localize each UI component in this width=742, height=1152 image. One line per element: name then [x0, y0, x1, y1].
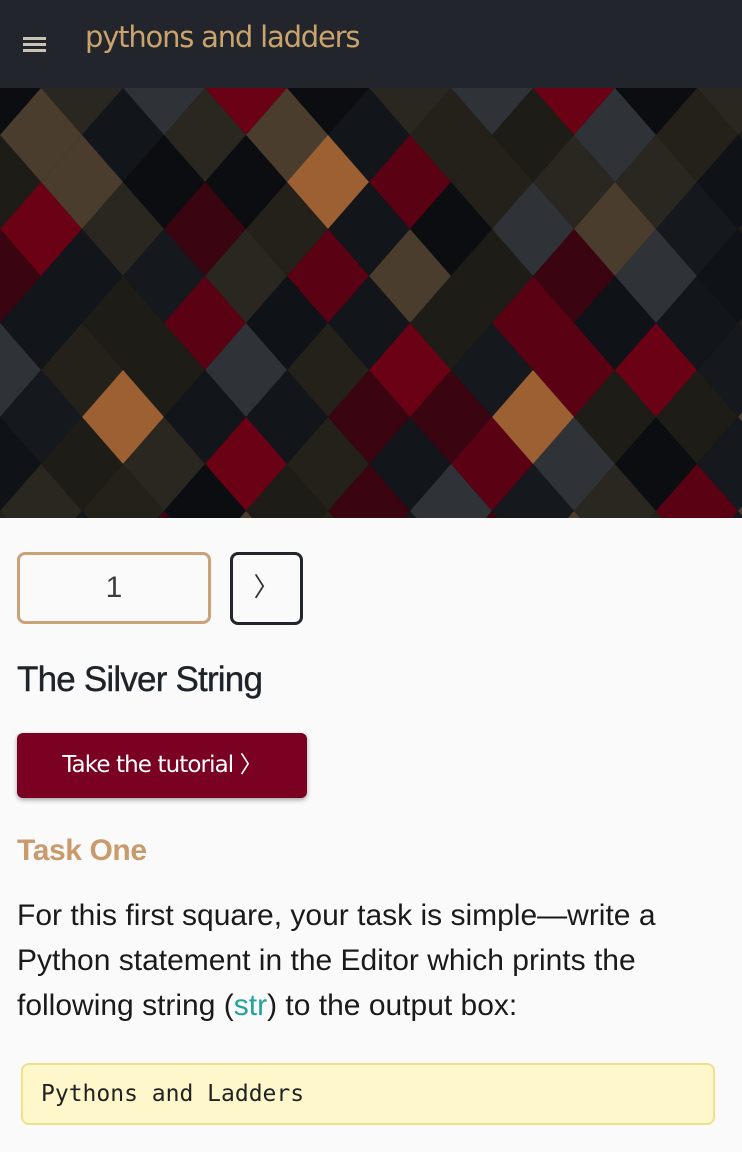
app-title[interactable]: pythons and ladders — [85, 20, 360, 54]
task-description: For this first square, your task is simp… — [17, 893, 727, 1028]
hamburger-menu-icon[interactable] — [23, 37, 46, 53]
task-text-after: ) to the output box: — [267, 989, 518, 1022]
hero-argyle-banner — [0, 88, 742, 518]
next-square-button[interactable]: 〉 — [230, 552, 303, 625]
take-tutorial-button[interactable]: Take the tutorial 〉 — [17, 733, 307, 798]
square-number-input[interactable]: 1 — [17, 552, 211, 624]
page-title: The Silver String — [17, 660, 263, 699]
target-string-code-box: Pythons and Ladders — [21, 1063, 715, 1125]
argyle-pattern-image — [0, 88, 742, 518]
top-app-bar: pythons and ladders — [0, 0, 742, 88]
chevron-right-icon: 〉 — [253, 572, 280, 602]
str-link[interactable]: str — [234, 989, 267, 1022]
task-heading: Task One — [17, 834, 147, 867]
